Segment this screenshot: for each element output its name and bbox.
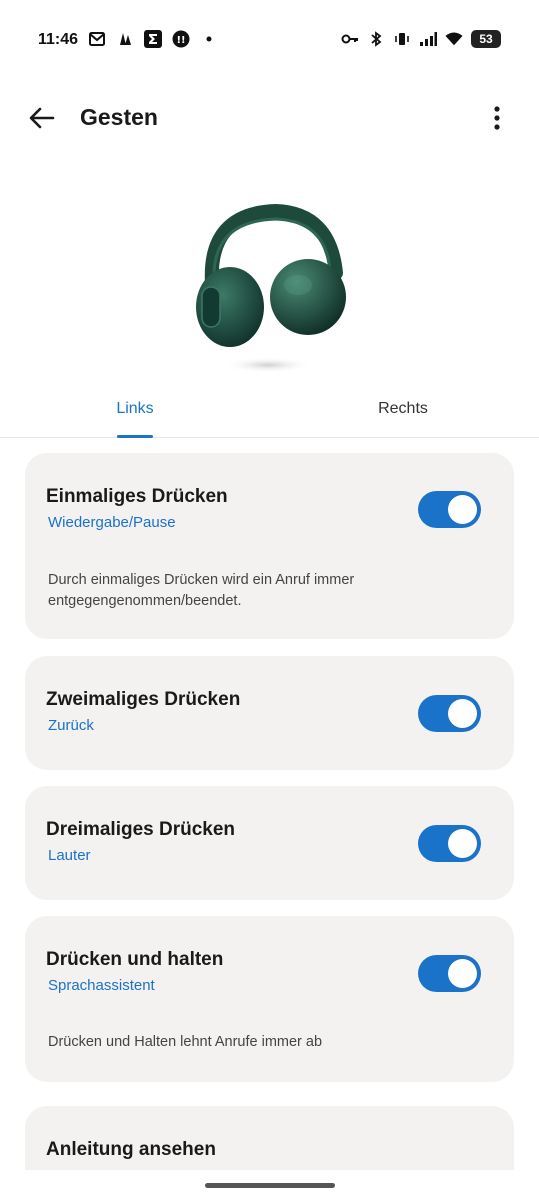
gesture-title: Drücken und halten: [46, 949, 224, 970]
guide-title: Anleitung ansehen: [46, 1139, 216, 1160]
tab-indicator: [117, 435, 153, 438]
back-button[interactable]: [22, 98, 62, 138]
battery-indicator: 53: [471, 30, 501, 48]
gesture-action: Wiedergabe/Pause: [48, 514, 176, 531]
svg-text:!!: !!: [176, 35, 185, 46]
gesture-card-press-and-hold[interactable]: Drücken und halten Sprachassistent Drück…: [25, 916, 514, 1082]
signal-icon: [419, 30, 437, 48]
gesture-title: Zweimaliges Drücken: [46, 689, 241, 710]
toggle-knob: [448, 495, 477, 524]
app-icon: [116, 30, 134, 48]
tab-links[interactable]: Links: [75, 400, 195, 418]
gesture-card-single-press[interactable]: Einmaliges Drücken Wiedergabe/Pause Durc…: [25, 453, 514, 639]
gesture-description: Durch einmaliges Drücken wird ein Anruf …: [48, 572, 355, 609]
gesture-action: Zurück: [48, 717, 94, 734]
status-time: 11:46: [38, 31, 79, 48]
more-options-button[interactable]: [477, 98, 517, 138]
toggle-knob: [448, 829, 477, 858]
arrow-left-icon: [29, 107, 55, 129]
gesture-description: Drücken und Halten lehnt Anrufe immer ab: [48, 1034, 323, 1050]
gesture-card-triple-press[interactable]: Dreimaliges Drücken Lauter: [25, 786, 514, 900]
system-icons: 53: [341, 30, 501, 48]
gesture-title: Einmaliges Drücken: [46, 486, 228, 507]
more-vert-icon: [494, 106, 500, 130]
headphone-image: [180, 195, 360, 385]
notification-app-icon: !!: [172, 30, 190, 48]
vibrate-icon: [393, 30, 411, 48]
page-title: Gesten: [80, 104, 158, 130]
mail-icon: [88, 30, 106, 48]
status-bar: 11:46 !! 53: [0, 0, 539, 80]
side-tabs: Links Rechts: [0, 390, 539, 438]
toggle-knob: [448, 959, 477, 988]
key-icon: [341, 30, 359, 48]
gesture-card-double-press[interactable]: Zweimaliges Drücken Zurück: [25, 656, 514, 770]
home-indicator[interactable]: [205, 1183, 335, 1188]
gesture-toggle[interactable]: [418, 955, 481, 992]
gesture-title: Dreimaliges Drücken: [46, 819, 236, 840]
gesture-action: Sprachassistent: [48, 977, 155, 994]
gesture-toggle[interactable]: [418, 825, 481, 862]
gesture-toggle[interactable]: [418, 695, 481, 732]
sigma-app-icon: [144, 30, 162, 48]
dot-icon: [200, 30, 218, 48]
tab-rechts[interactable]: Rechts: [343, 400, 463, 418]
wifi-icon: [445, 30, 463, 48]
notification-icons: !!: [88, 30, 218, 48]
gesture-toggle[interactable]: [418, 491, 481, 528]
app-bar: Gesten: [0, 88, 539, 148]
toggle-knob: [448, 699, 477, 728]
gesture-action: Lauter: [48, 847, 91, 864]
bluetooth-icon: [367, 30, 385, 48]
